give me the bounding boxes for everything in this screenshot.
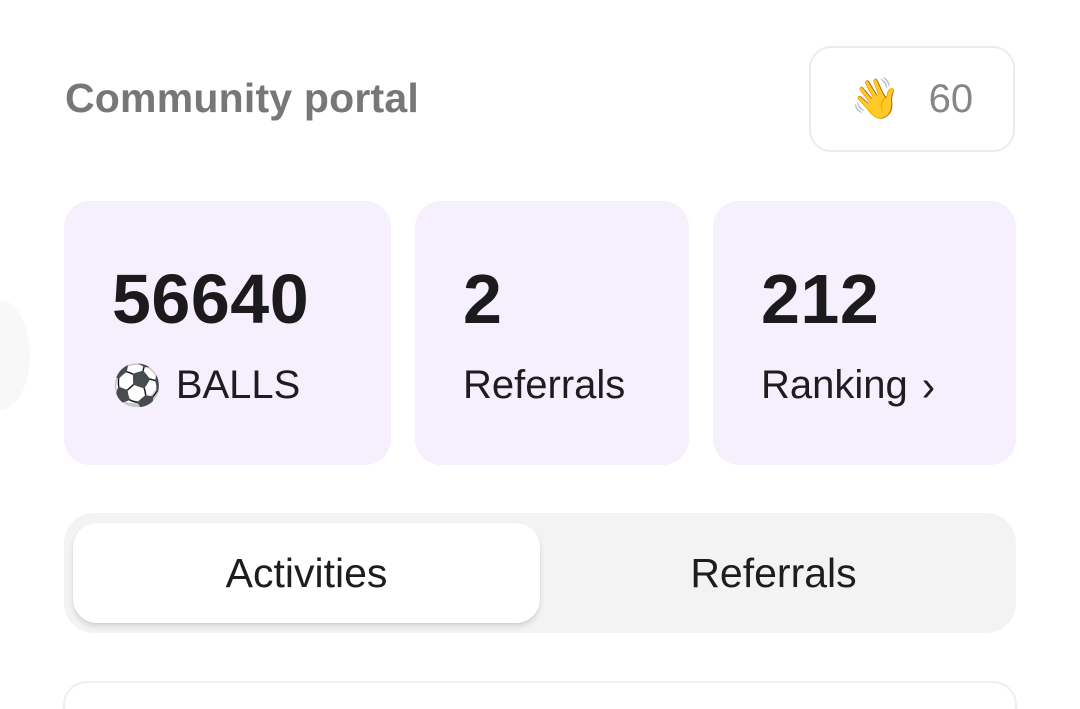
tab-bar: Activities Referrals — [64, 513, 1016, 633]
wave-count: 60 — [928, 76, 974, 121]
tab-activities[interactable]: Activities — [73, 523, 540, 623]
wave-counter-button[interactable]: 👋 60 — [809, 46, 1015, 152]
balls-label-row: ⚽ BALLS — [112, 363, 300, 408]
community-portal-page: Community portal 👋 60 56640 ⚽ BALLS 2 Re… — [0, 0, 1080, 709]
balls-label: BALLS — [175, 363, 301, 407]
ranking-value: 212 — [761, 260, 880, 338]
ranking-label: Ranking — [761, 363, 908, 407]
tab-referrals[interactable]: Referrals — [540, 523, 1007, 623]
chevron-right-icon: › — [921, 361, 936, 410]
referrals-label-text: Referrals — [463, 363, 626, 407]
balls-value: 56640 — [112, 260, 310, 338]
referrals-label: Referrals — [463, 363, 625, 408]
soccer-ball-icon: ⚽ — [112, 363, 162, 408]
ranking-stat-card[interactable]: 212 Ranking › — [713, 201, 1016, 465]
edge-shadow — [0, 300, 30, 410]
referrals-stat-card: 2 Referrals — [415, 201, 689, 465]
waving-hand-icon: 👋 — [850, 77, 901, 121]
page-title: Community portal — [65, 75, 419, 121]
content-card — [63, 681, 1017, 709]
ranking-label-row[interactable]: Ranking › — [761, 363, 935, 408]
referrals-value: 2 — [463, 260, 503, 338]
balls-stat-card: 56640 ⚽ BALLS — [64, 201, 391, 465]
